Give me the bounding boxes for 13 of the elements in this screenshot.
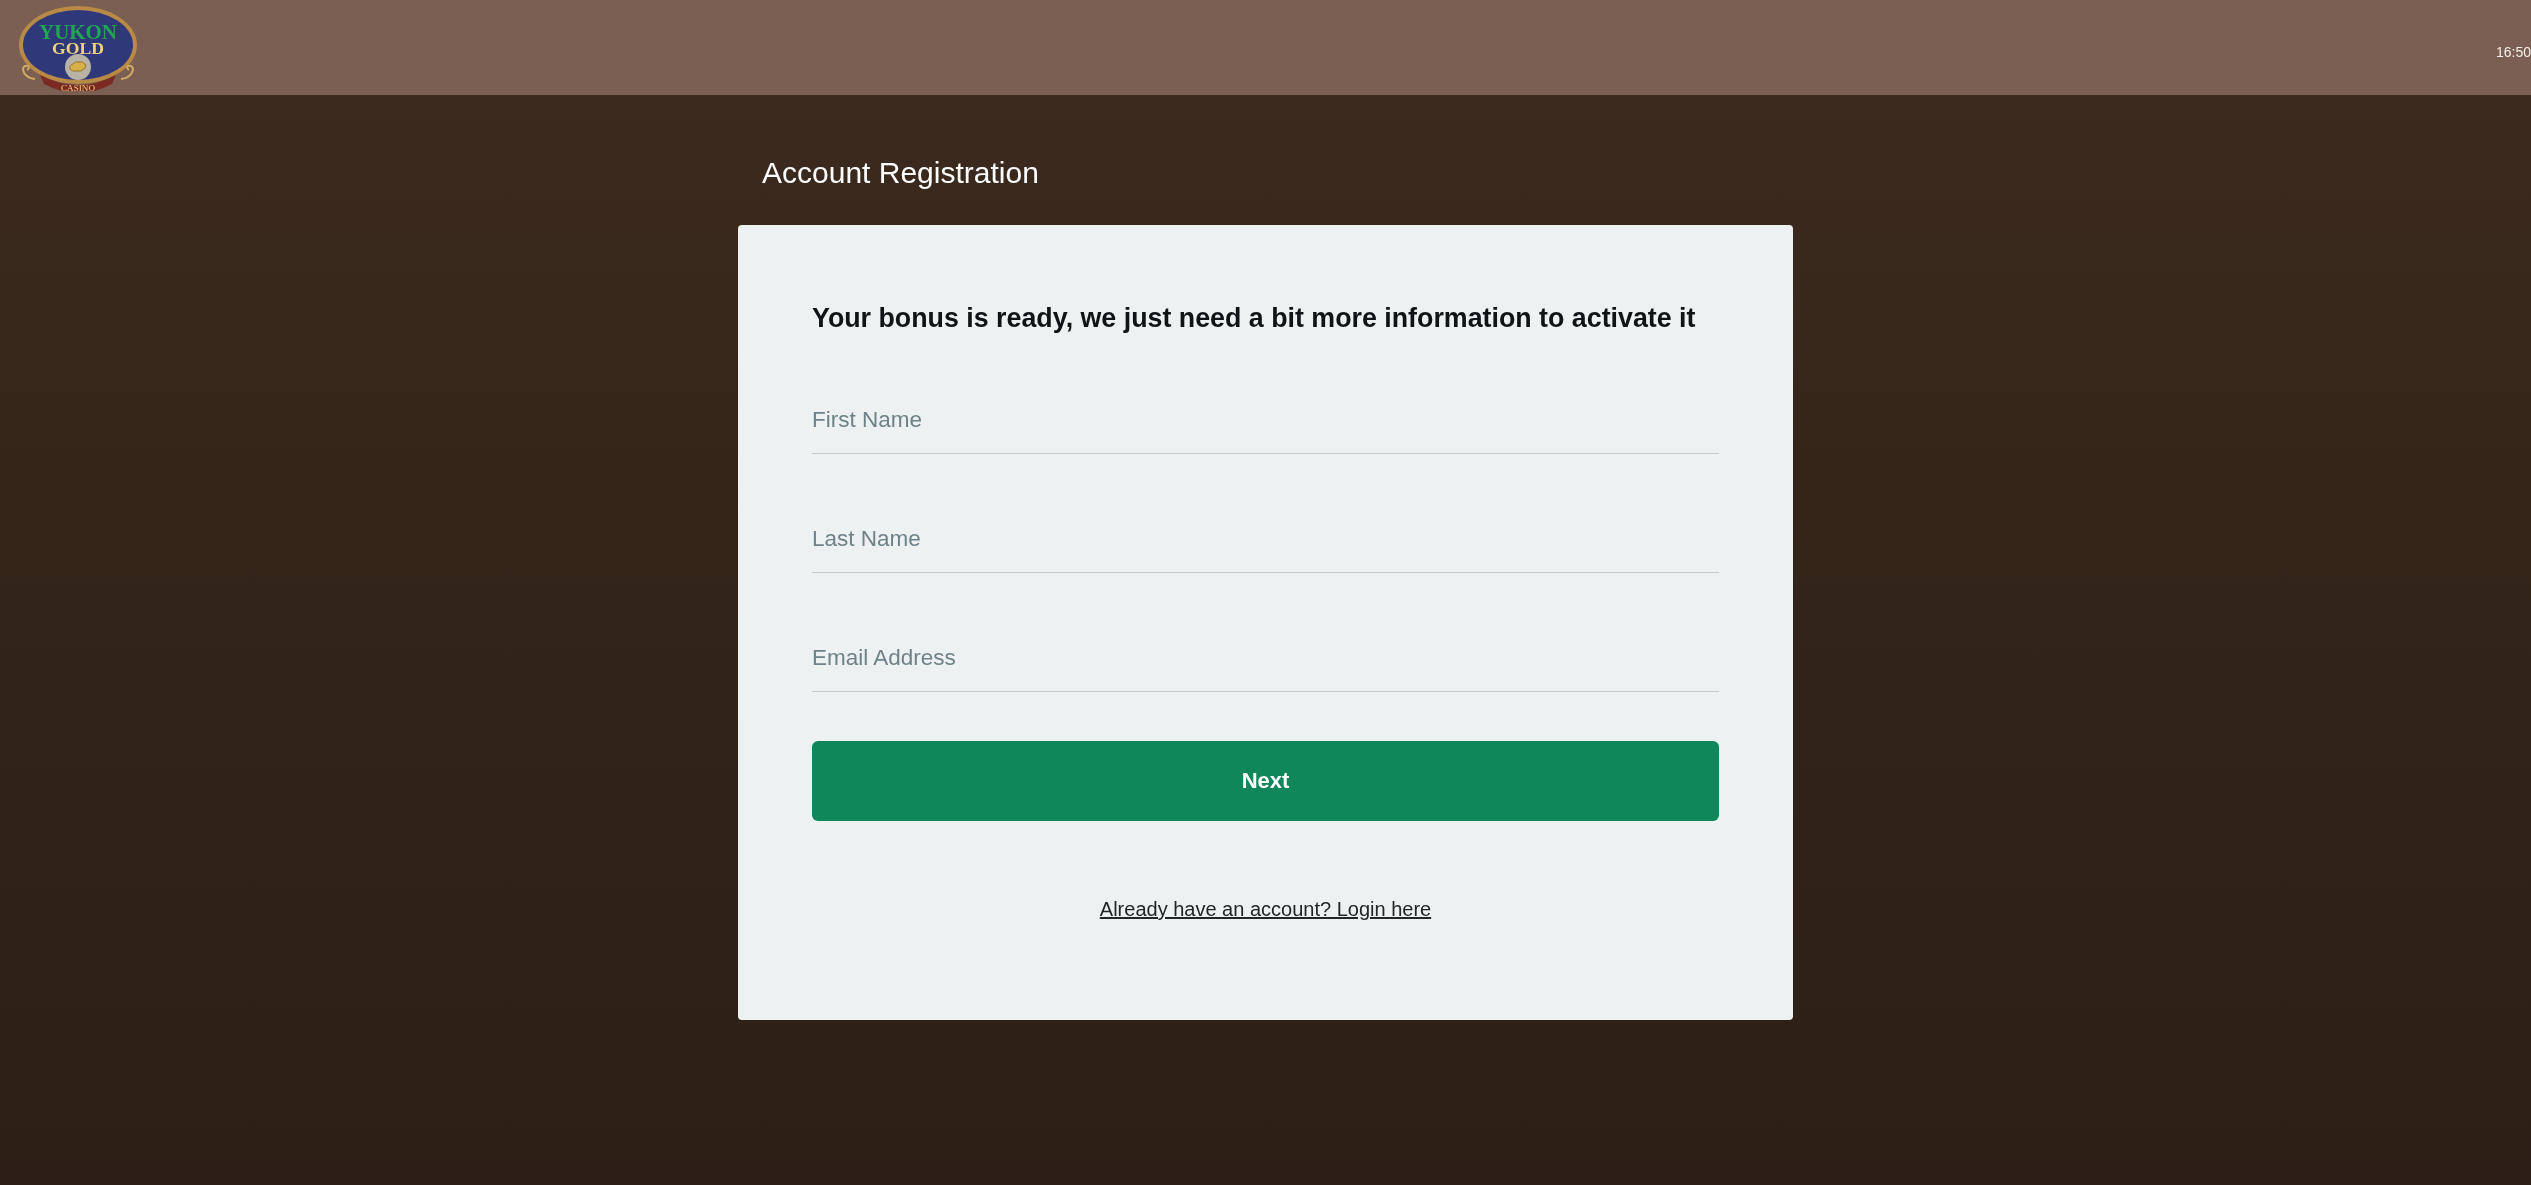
login-link[interactable]: Already have an account? Login here xyxy=(1099,896,1432,922)
next-button[interactable]: Next xyxy=(812,741,1719,821)
casino-logo[interactable]: YUKON GOLD CASINO xyxy=(18,4,138,91)
logo-text: CASINO xyxy=(61,83,91,91)
input-field[interactable]: First Name xyxy=(812,398,1719,454)
clock-time: 16:50 xyxy=(2495,43,2531,60)
input-field[interactable]: Last Name xyxy=(812,517,1719,573)
form-heading: Your bonus is ready, we just need a bit more information to activate it xyxy=(812,303,1697,333)
flourish-icon xyxy=(22,64,36,80)
nugget-icon xyxy=(65,53,91,80)
page-title: Account Registration xyxy=(762,156,1040,190)
flourish-icon xyxy=(120,64,134,80)
input-field[interactable]: Email Address xyxy=(812,636,1719,692)
